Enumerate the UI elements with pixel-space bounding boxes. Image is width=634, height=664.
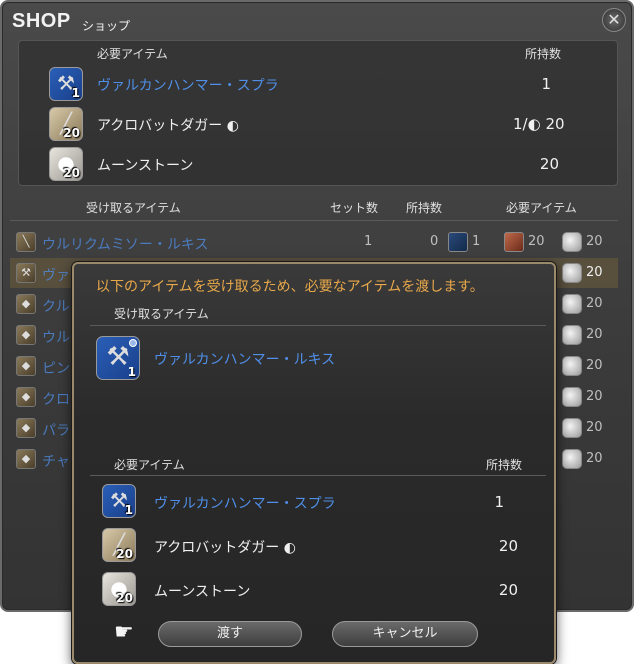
confirm-button[interactable]: 渡す [158,621,302,647]
dagger-icon: ╱ 20 [49,107,83,141]
list-header-owned: 所持数 [406,201,443,215]
window-title: SHOP [12,10,71,32]
dialog-receive-header: 受け取るアイテム [114,307,209,321]
req-item-name: アクロバットダガー ◐ [97,118,239,134]
dagger-icon: ╱ 20 [102,528,136,562]
moonstone-icon [562,294,582,314]
hand-pointer-icon: ☛ [114,620,134,645]
dialog-receive-item-name: ヴァルカンハンマー・ルキス [154,352,336,368]
item-icon: ◆ [16,418,36,438]
list-header-required: 必要アイテム [506,201,577,215]
dialog-owned-header: 所持数 [486,458,523,472]
dialog-item-name: ヴァルカンハンマー・スプラ [154,496,336,512]
dialog-item-owned: 20 [498,581,518,599]
cancel-button[interactable]: キャンセル [332,621,478,647]
moonstone-icon [562,418,582,438]
moonstone-icon [562,263,582,283]
moonstone-icon: ● 20 [49,147,83,181]
dialog-item-name: ムーンストーン [154,584,251,600]
collectable-dot-icon [129,339,137,347]
hammer-icon: ⚒ [16,263,36,283]
item-icon: ◆ [16,449,36,469]
moonstone-icon: ● 20 [102,572,136,606]
window-subtitle: ショップ [82,19,131,33]
dialog-required-header: 必要アイテム [114,458,185,472]
hq-icon: ◐ [527,115,541,133]
hammer-icon: ⚒ 1 [49,67,83,101]
item-icon: ◆ [16,387,36,407]
dialog-item-name: アクロバットダガー ◐ [154,540,296,556]
moonstone-icon [562,232,582,252]
req-header-item: 必要アイテム [97,47,168,61]
moonstone-icon [562,356,582,376]
req-item-name: ムーンストーン [97,158,194,174]
moonstone-icon [562,387,582,407]
divider [90,475,546,476]
dialog-item-owned: 20 [498,537,518,555]
confirm-dialog: 以下のアイテムを受け取るため、必要なアイテムを渡します。 受け取るアイテム ⚒ … [72,262,556,664]
list-item[interactable]: ╲ ウルリクムミソー・ルキス 1 0 1 20 20 [10,227,618,257]
dialog-item-owned: 1 [494,493,504,511]
req-item-owned: 20 [539,155,559,173]
item-icon: ◆ [16,356,36,376]
divider [10,220,618,221]
hammer-icon: ⚒ 1 [96,336,140,380]
list-header-receive: 受け取るアイテム [86,201,181,215]
item-icon [448,232,468,252]
divider [90,325,546,326]
moonstone-icon [562,449,582,469]
hq-icon: ◐ [283,540,296,556]
hq-icon: ◐ [226,118,239,134]
close-icon[interactable]: ✕ [602,8,626,32]
req-header-owned: 所持数 [525,47,562,61]
item-icon [504,232,524,252]
item-icon: ◆ [16,325,36,345]
req-item-name: ヴァルカンハンマー・スプラ [97,78,279,94]
req-item-owned: 1/◐ 20 [513,115,565,133]
dialog-message: 以下のアイテムを受け取るため、必要なアイテムを渡します。 [96,279,484,295]
hammer-icon: ⚒ 1 [102,484,136,518]
req-item-owned: 1 [541,75,551,93]
item-icon: ◆ [16,294,36,314]
requirements-panel: 必要アイテム 所持数 ⚒ 1 ヴァルカンハンマー・スプラ 1 ╱ 20 アクロバット… [18,40,618,186]
list-header-sets: セット数 [330,201,379,215]
saw-icon: ╲ [16,232,36,252]
moonstone-icon [562,325,582,345]
